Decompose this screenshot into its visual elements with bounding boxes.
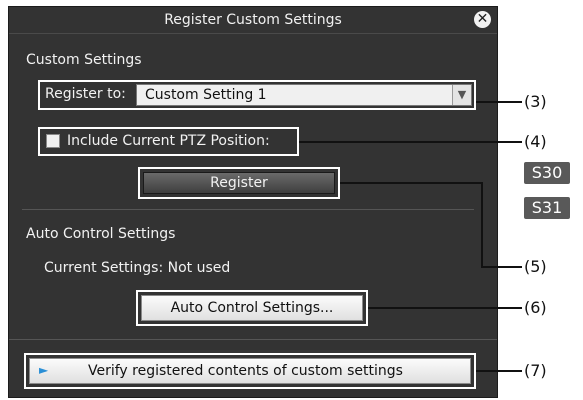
- current-settings-text: Current Settings: Not used: [44, 260, 231, 276]
- include-ptz-label: Include Current PTZ Position:: [67, 133, 270, 149]
- callout-5: (5): [524, 257, 547, 276]
- include-ptz-checkbox[interactable]: [46, 134, 60, 148]
- register-button[interactable]: Register: [143, 172, 335, 194]
- callout-3: (3): [524, 92, 547, 111]
- auto-control-heading: Auto Control Settings: [26, 226, 176, 242]
- dialog-title: Register Custom Settings: [164, 12, 342, 28]
- custom-settings-heading: Custom Settings: [26, 52, 142, 68]
- callout-line-5a: [340, 182, 482, 184]
- register-to-label: Register to:: [45, 86, 126, 102]
- callout-4: (4): [524, 132, 547, 151]
- close-icon[interactable]: ✕: [474, 11, 491, 28]
- play-icon: ►: [39, 363, 49, 377]
- bottom-divider: [9, 339, 497, 340]
- verify-button-label: Verify registered contents of custom set…: [88, 363, 403, 379]
- callout-line-6: [368, 307, 522, 309]
- section-divider: [22, 209, 474, 210]
- callout-line-3: [476, 101, 522, 103]
- badge-s31: S31: [524, 197, 570, 219]
- verify-registered-contents-button[interactable]: ► Verify registered contents of custom s…: [29, 358, 471, 384]
- auto-control-settings-button[interactable]: Auto Control Settings...: [141, 295, 363, 321]
- callout-line-7: [476, 370, 522, 372]
- callout-7: (7): [524, 361, 547, 380]
- callout-line-5c: [481, 266, 522, 268]
- badge-s30: S30: [524, 162, 570, 184]
- register-to-select[interactable]: Custom Setting 1 ▼: [136, 84, 472, 106]
- callout-line-4: [299, 141, 522, 143]
- callout-line-5b: [481, 182, 483, 268]
- register-to-value: Custom Setting 1: [145, 87, 267, 103]
- dialog-titlebar: Register Custom Settings ✕: [9, 7, 497, 34]
- chevron-down-icon[interactable]: ▼: [452, 85, 471, 105]
- callout-6: (6): [524, 298, 547, 317]
